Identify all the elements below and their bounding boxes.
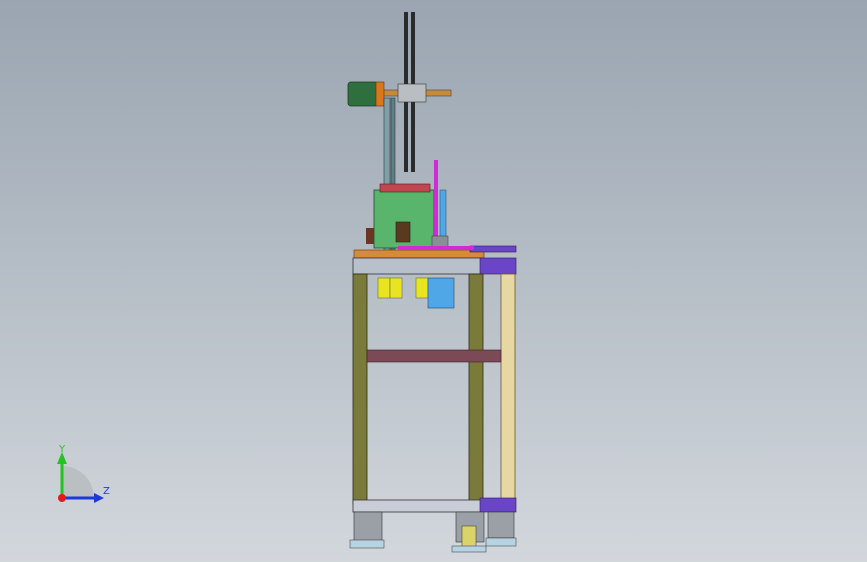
top-frame-beam [352, 257, 484, 275]
caster-rear [487, 511, 515, 539]
model-view[interactable] [0, 0, 867, 562]
top-frame-beam-rear [479, 257, 517, 275]
cylinder-blue [427, 277, 455, 309]
caster-left-base [349, 539, 385, 549]
purple-slide [469, 245, 517, 253]
box-clamp [366, 228, 374, 244]
caster-rear-base [485, 537, 517, 547]
magenta-bar [398, 246, 474, 250]
z-axis-label: Z [103, 486, 110, 497]
cylinder-yellow-1 [377, 277, 391, 299]
motor-body [347, 81, 379, 107]
drive-motor[interactable] [347, 81, 385, 107]
motor-flange [375, 81, 385, 107]
box-knob [395, 221, 411, 243]
caster-left [353, 511, 383, 543]
leg-front-left [352, 273, 368, 505]
bottom-crossbar [352, 499, 484, 513]
y-axis-label: Y [59, 444, 66, 455]
table-plate [353, 249, 485, 259]
reel-hub [397, 83, 427, 103]
caster-right-base [451, 545, 487, 553]
x-axis-dot [58, 494, 66, 502]
caster-right-wheel [461, 525, 477, 549]
cylinder-yellow-2 [389, 277, 403, 299]
feeder-box[interactable] [366, 183, 435, 249]
box-top [379, 183, 431, 193]
leg-rear-right [500, 273, 516, 505]
bottom-crossbar-rear [479, 497, 517, 513]
middle-crossbar [366, 349, 502, 363]
leg-front-right [468, 273, 484, 505]
graphics-viewport[interactable]: Y Z [0, 0, 867, 562]
cylinder-yellow-3 [415, 277, 429, 299]
